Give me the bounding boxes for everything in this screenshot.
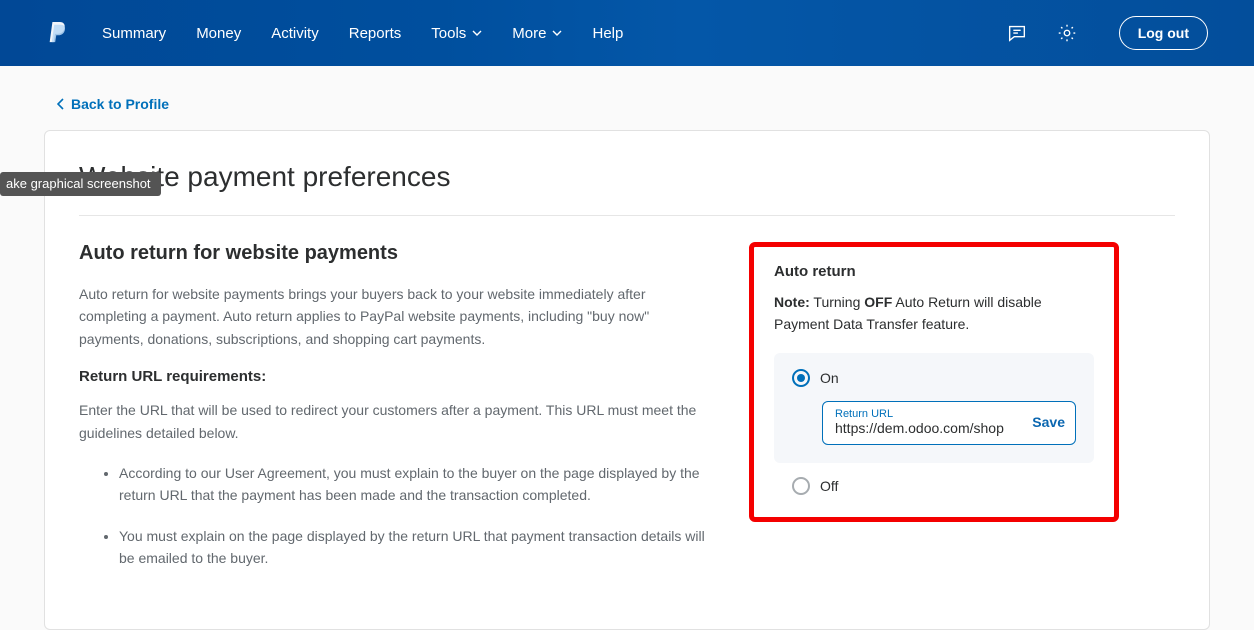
screenshot-tooltip: ake graphical screenshot [0, 172, 161, 196]
auto-return-off-option[interactable]: Off [774, 477, 1094, 495]
auto-return-on-option[interactable]: On [792, 369, 1076, 387]
radio-label: Off [820, 478, 838, 494]
gear-icon[interactable] [1055, 21, 1079, 45]
panel-note: Note: Turning OFF Auto Return will disab… [774, 292, 1094, 335]
nav-help[interactable]: Help [592, 25, 623, 42]
nav-more[interactable]: More [512, 25, 562, 42]
nav-reports[interactable]: Reports [349, 25, 402, 42]
messages-icon[interactable] [1005, 21, 1029, 45]
return-url-input[interactable] [835, 420, 1024, 436]
list-item: According to our User Agreement, you mus… [119, 462, 709, 507]
highlight-box: Auto return Note: Turning OFF Auto Retur… [749, 242, 1119, 522]
section-paragraph: Auto return for website payments brings … [79, 283, 709, 350]
nav-money[interactable]: Money [196, 25, 241, 42]
divider [79, 215, 1175, 216]
auto-return-panel: Auto return Note: Turning OFF Auto Retur… [749, 242, 1119, 522]
back-to-profile-link[interactable]: Back to Profile [71, 96, 169, 112]
nav-activity[interactable]: Activity [271, 25, 319, 42]
auto-return-off-radio[interactable] [792, 477, 810, 495]
top-nav: Summary Money Activity Reports Tools Mor… [0, 0, 1254, 66]
auto-return-description: Auto return for website payments Auto re… [79, 242, 709, 588]
section-paragraph: Enter the URL that will be used to redir… [79, 399, 709, 444]
main-nav: Summary Money Activity Reports Tools Mor… [102, 25, 623, 42]
auto-return-on-radio[interactable] [792, 369, 810, 387]
panel-heading: Auto return [774, 263, 1094, 280]
logout-button[interactable]: Log out [1119, 16, 1208, 50]
chevron-down-icon [472, 28, 482, 38]
page-title: Website payment preferences [79, 161, 1175, 193]
subsection-heading: Return URL requirements: [79, 368, 709, 385]
section-heading: Auto return for website payments [79, 242, 709, 265]
radio-label: On [820, 370, 839, 386]
auto-return-on-card: On Return URL Save [774, 353, 1094, 463]
save-button[interactable]: Save [1032, 414, 1065, 430]
preferences-card: Website payment preferences Auto return … [44, 130, 1210, 630]
paypal-logo [46, 20, 68, 46]
return-url-label: Return URL [835, 408, 1024, 420]
nav-summary[interactable]: Summary [102, 25, 166, 42]
nav-tools[interactable]: Tools [431, 25, 482, 42]
list-item: You must explain on the page displayed b… [119, 525, 709, 570]
return-url-field: Return URL Save [822, 401, 1076, 445]
header-actions: Log out [1005, 16, 1208, 50]
chevron-down-icon [552, 28, 562, 38]
chevron-left-icon [57, 98, 65, 110]
breadcrumb: Back to Profile [57, 96, 1254, 112]
